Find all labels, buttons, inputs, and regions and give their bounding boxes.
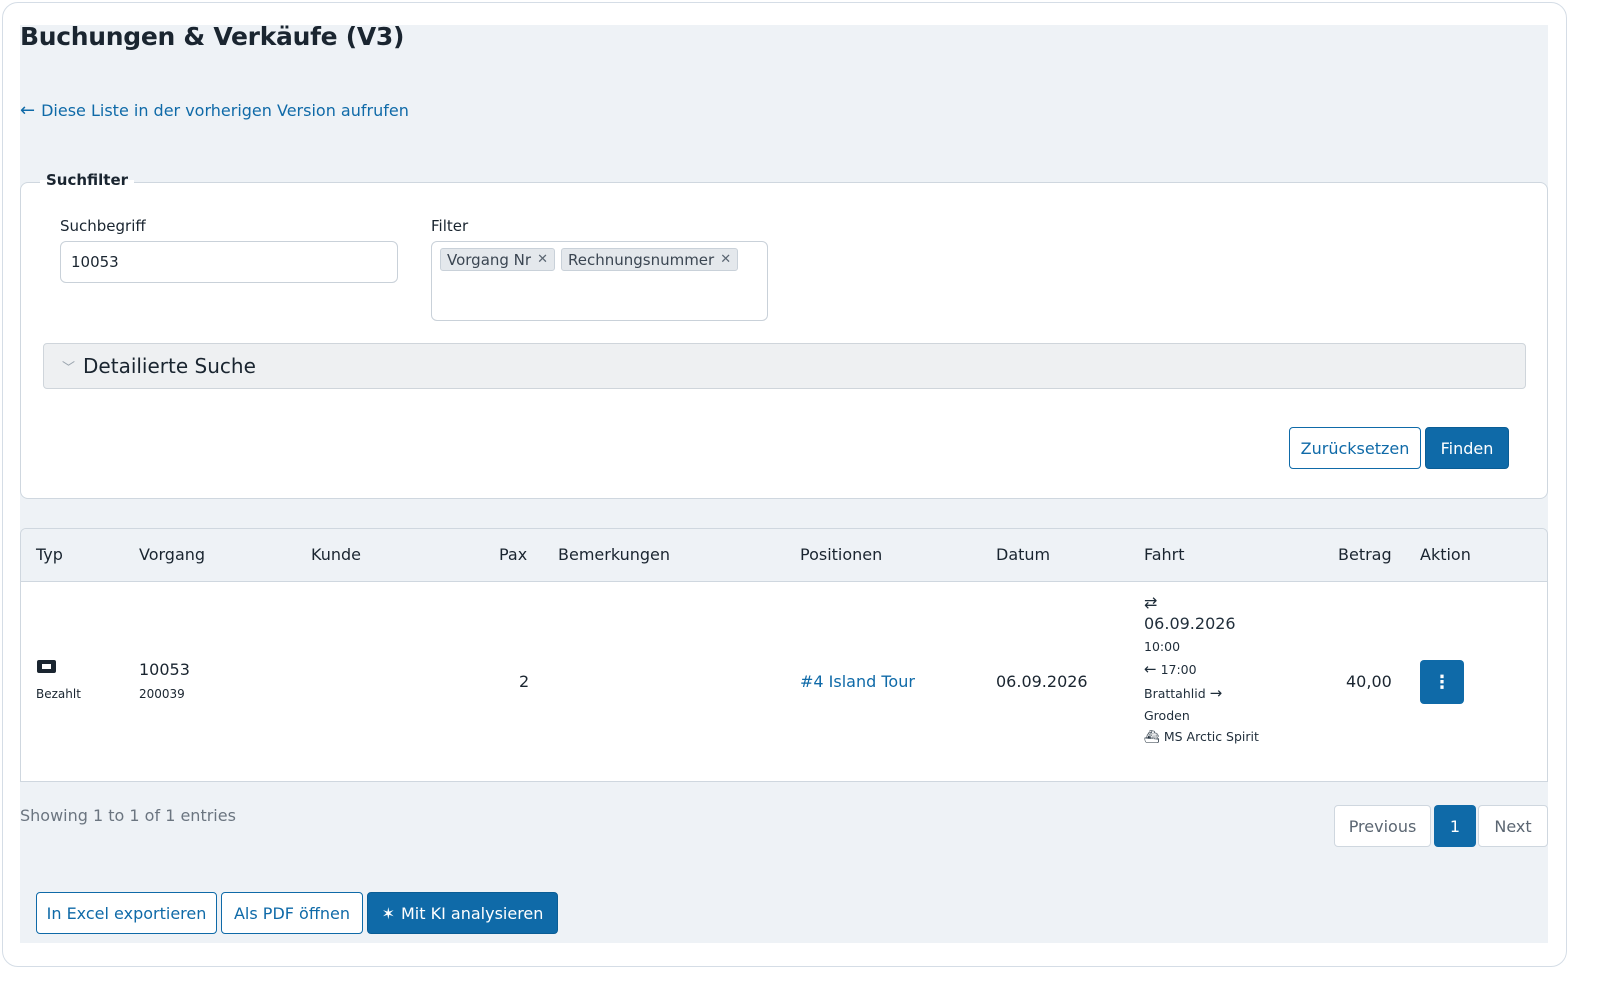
round-trip-icon: ⇄ (1144, 593, 1158, 612)
arrow-left-icon: ← (1144, 660, 1157, 679)
search-input[interactable] (60, 241, 398, 283)
trip-time-back: 17:00 (1160, 662, 1197, 678)
pax-count: 2 (519, 672, 530, 691)
date-cell: 06.09.2026 (996, 672, 1088, 691)
filter-legend: Suchfilter (40, 171, 135, 189)
remove-tag-icon[interactable]: ✕ (720, 252, 731, 267)
column-header-datum[interactable]: Datum (996, 545, 1050, 564)
trip-time-out: 10:00 (1144, 639, 1181, 655)
column-header-betrag[interactable]: Betrag (1338, 545, 1392, 564)
filter-tag: Vorgang Nr ✕ (440, 248, 555, 271)
more-vertical-icon: ⋮ (1433, 671, 1451, 693)
remove-tag-icon[interactable]: ✕ (537, 252, 548, 267)
open-pdf-button[interactable]: Als PDF öffnen (221, 892, 363, 934)
column-header-typ[interactable]: Typ (36, 545, 63, 564)
vorgang-sub-number: 200039 (139, 687, 185, 701)
ship-name: MS Arctic Spirit (1163, 729, 1259, 745)
search-filter-panel: Suchfilter Suchbegriff Filter Vorgang Nr… (20, 171, 1548, 499)
previous-version-link[interactable]: ← Diese Liste in der vorherigen Version … (20, 101, 409, 120)
trip-from: Brattahlid (1144, 686, 1206, 702)
trip-ship: ⛴ MS Arctic Spirit (1144, 729, 1264, 744)
detailed-search-toggle[interactable]: ﹀ Detailierte Suche (43, 343, 1526, 389)
reset-button[interactable]: Zurücksetzen (1289, 427, 1421, 469)
column-header-bemerkungen[interactable]: Bemerkungen (558, 545, 670, 564)
row-action-button[interactable]: ⋮ (1420, 660, 1464, 704)
filter-label: Filter (431, 217, 469, 235)
filter-tag-label: Vorgang Nr (447, 250, 532, 269)
next-page-button[interactable]: Next (1478, 805, 1548, 847)
trip-cell: ⇄ 06.09.2026 10:00 ← 17:00 Brattahlid → … (1144, 593, 1264, 744)
page-title: Buchungen & Verkäufe (V3) (20, 22, 405, 51)
column-header-pax[interactable]: Pax (499, 545, 527, 564)
arrow-right-icon: → (1209, 684, 1223, 703)
ai-analyze-label: Mit KI analysieren (401, 903, 544, 923)
detailed-search-label: Detailierte Suche (83, 354, 256, 378)
bookings-table: Typ Vorgang Kunde Pax Bemerkungen Positi… (20, 528, 1548, 782)
column-header-aktion: Aktion (1420, 545, 1471, 564)
filter-tag-input[interactable]: Vorgang Nr ✕ Rechnungsnummer ✕ (431, 241, 768, 321)
table-header: Typ Vorgang Kunde Pax Bemerkungen Positi… (21, 529, 1547, 582)
column-header-kunde[interactable]: Kunde (311, 545, 361, 564)
previous-page-button[interactable]: Previous (1334, 805, 1431, 847)
trip-route: Brattahlid → (1144, 684, 1264, 702)
trip-date: 06.09.2026 (1144, 614, 1236, 634)
entries-info: Showing 1 to 1 of 1 entries (20, 806, 236, 825)
page-1-button[interactable]: 1 (1434, 805, 1476, 847)
ticket-icon (37, 659, 56, 677)
filter-tag: Rechnungsnummer ✕ (560, 248, 739, 271)
ship-icon: ⛴ (1144, 729, 1160, 745)
filter-tag-label: Rechnungsnummer (567, 250, 715, 269)
find-button[interactable]: Finden (1425, 427, 1509, 469)
position-link[interactable]: #4 Island Tour (800, 672, 915, 691)
table-row[interactable]: Bezahlt 10053 200039 2 #4 Island Tour 06… (21, 583, 1547, 781)
search-label: Suchbegriff (60, 217, 146, 235)
chevron-down-icon: ﹀ (62, 360, 76, 376)
column-header-vorgang[interactable]: Vorgang (139, 545, 205, 564)
export-excel-button[interactable]: In Excel exportieren (36, 892, 217, 934)
column-header-positionen[interactable]: Positionen (800, 545, 882, 564)
ai-analyze-button[interactable]: ✶ Mit KI analysieren (367, 892, 558, 934)
amount-cell: 40,00 (1346, 672, 1392, 691)
trip-to: Groden (1144, 708, 1190, 724)
vorgang-number: 10053 (139, 660, 190, 679)
arrow-left-icon: ← (20, 99, 36, 121)
payment-status: Bezahlt (36, 687, 81, 701)
previous-version-link-label: Diese Liste in der vorherigen Version au… (41, 101, 409, 120)
magic-wand-icon: ✶ (381, 903, 395, 923)
column-header-fahrt[interactable]: Fahrt (1144, 545, 1185, 564)
trip-return: ← 17:00 (1144, 660, 1264, 678)
